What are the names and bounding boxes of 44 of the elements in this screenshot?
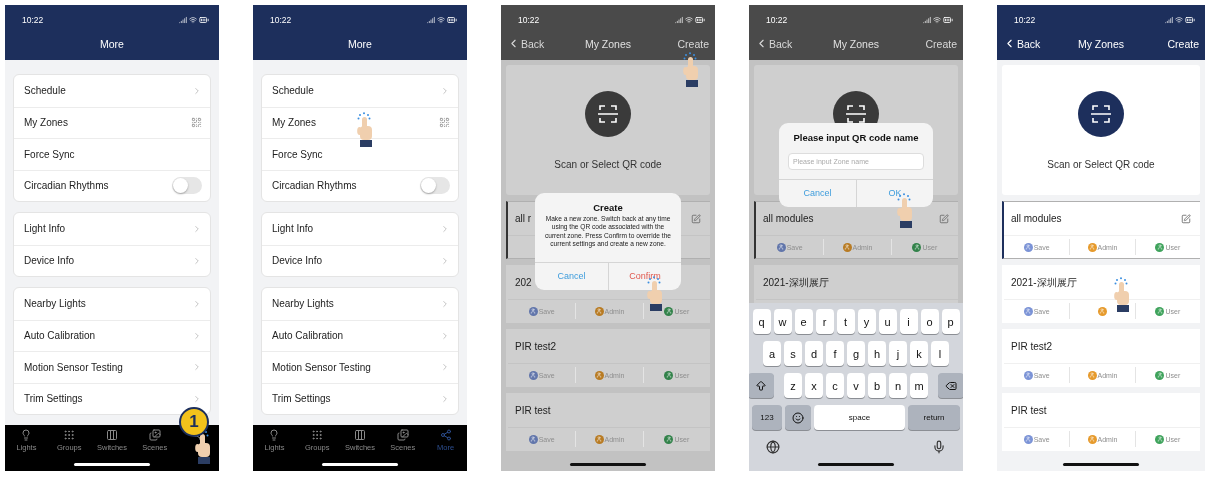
zone-name: PIR test2 [515,341,557,352]
row-label: Schedule [272,85,314,97]
zone-name: PIR test2 [1011,341,1053,352]
screen-title: My Zones [584,37,632,50]
row-label: Circadian Rhythms [24,180,109,192]
zone-name: all r [515,213,532,224]
row-label: Light Info [24,223,66,235]
zone-name: all modules [763,213,814,224]
dialog-title: Create [592,201,624,216]
row-label: Force Sync [272,148,323,160]
zone-name: 2021-深圳展厅 [1011,275,1077,290]
status-time: 10:22 [270,15,292,25]
status-time: 10:22 [1014,15,1036,25]
zone-name: PIR test [515,405,551,416]
row-label: Auto Calibration [24,330,96,342]
dialog-title: Please input QR code name [792,130,920,145]
zone-name: 2021-深圳展厅 [763,275,829,290]
row-label: Circadian Rhythms [272,180,357,192]
row-label: Trim Settings [272,393,331,405]
scan-label: Scan or Select QR code [554,159,662,170]
row-label: Light Info [272,223,314,235]
screen-title: More [348,37,372,50]
scan-label: Scan or Select QR code [1047,159,1155,170]
row-label: Nearby Lights [24,298,86,310]
row-label: My Zones [24,117,68,129]
zone-name: 202 [515,277,532,288]
status-time: 10:22 [766,15,788,25]
screen-title: More [100,37,124,50]
zone-name: PIR test [1011,405,1047,416]
row-label: Trim Settings [24,393,83,405]
screen-title: My Zones [1077,37,1125,50]
row-label: Auto Calibration [272,330,344,342]
row-label: Motion Sensor Testing [272,361,371,373]
row-label: Device Info [272,255,323,267]
status-time: 10:22 [22,15,44,25]
row-label: Device Info [24,255,75,267]
screen-title: My Zones [832,37,880,50]
status-time: 10:22 [518,15,540,25]
zone-name: all modules [1011,213,1062,224]
row-label: Schedule [24,85,66,97]
row-label: Force Sync [24,148,75,160]
row-label: My Zones [272,117,316,129]
row-label: Motion Sensor Testing [24,361,123,373]
row-label: Nearby Lights [272,298,334,310]
